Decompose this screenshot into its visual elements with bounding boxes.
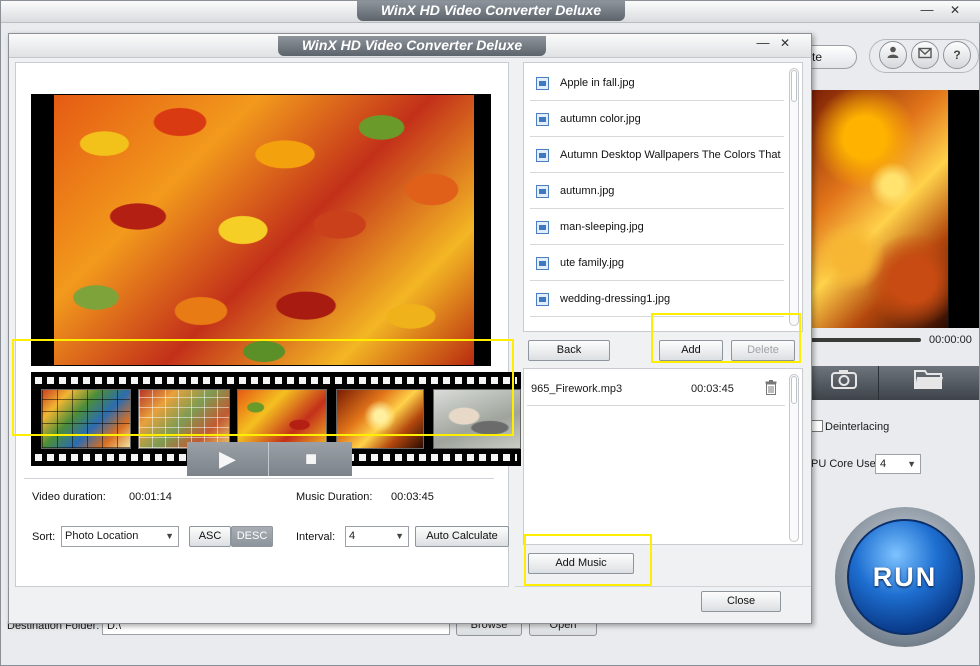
preview-image [809, 90, 949, 328]
list-item[interactable]: autumn.jpg [530, 174, 784, 209]
image-file-icon [536, 77, 549, 90]
dialog-close-icon[interactable]: ✕ [775, 36, 795, 52]
auto-calculate-button[interactable]: Auto Calculate [415, 526, 509, 547]
file-name: man-sleeping.jpg [560, 221, 644, 233]
sort-value: Photo Location [65, 530, 139, 542]
photo-file-list: Apple in fall.jpg autumn color.jpg Autum… [523, 62, 803, 332]
interval-value: 4 [349, 530, 356, 542]
file-list-scrollbar[interactable] [789, 68, 799, 326]
preview-progress-bar[interactable] [809, 338, 921, 342]
divider [24, 478, 494, 479]
dialog-minimize-icon[interactable]: — [753, 36, 773, 52]
close-icon[interactable]: ✕ [945, 3, 965, 19]
interval-select[interactable]: 4 ▼ [345, 526, 409, 547]
file-name: autumn.jpg [560, 185, 615, 197]
image-file-icon [536, 185, 549, 198]
play-icon[interactable]: ▶ [187, 442, 269, 476]
highlight-box [651, 313, 801, 363]
dialog-title: WinX HD Video Converter Deluxe [278, 36, 546, 56]
music-duration-label: Music Duration: [296, 491, 373, 503]
list-item[interactable]: Autumn Desktop Wallpapers The Colors Tha… [530, 138, 784, 173]
file-name: autumn color.jpg [560, 113, 641, 125]
cpu-core-value: 4 [880, 458, 887, 470]
file-name: ute family.jpg [560, 257, 624, 269]
list-item[interactable]: wedding-dressing1.jpg [530, 282, 784, 317]
chevron-down-icon: ▼ [395, 531, 404, 541]
desc-button[interactable]: DESC [231, 526, 273, 547]
music-duration-value: 00:03:45 [391, 491, 434, 503]
help-icon[interactable]: ? [943, 41, 971, 69]
minimize-icon[interactable]: — [917, 3, 937, 19]
image-file-icon [536, 113, 549, 126]
user-icon[interactable] [879, 41, 907, 69]
main-window-title: WinX HD Video Converter Deluxe [357, 1, 625, 21]
music-file-name: 965_Firework.mp3 [531, 383, 623, 395]
image-file-icon [536, 257, 549, 270]
autumn-leaves-preview-image [54, 95, 474, 365]
highlight-box [524, 534, 652, 586]
deinterlacing-label: Deinterlacing [825, 421, 890, 433]
video-duration-value: 00:01:14 [129, 491, 172, 503]
file-name: Apple in fall.jpg [560, 77, 635, 89]
preview-time: 00:00:00 [929, 334, 972, 346]
music-file-duration: 00:03:45 [691, 383, 734, 395]
file-list-scroll-thumb[interactable] [791, 70, 797, 102]
interval-label: Interval: [296, 531, 336, 543]
back-button[interactable]: Back [528, 340, 610, 361]
folder-icon[interactable] [879, 366, 979, 400]
stop-icon[interactable]: ■ [270, 442, 352, 476]
cpu-core-label: PU Core Use: [811, 458, 879, 470]
list-item[interactable]: autumn color.jpg [530, 102, 784, 137]
chevron-down-icon: ▼ [907, 459, 916, 469]
file-name: Autumn Desktop Wallpapers The Colors Tha… [560, 149, 781, 161]
file-name: wedding-dressing1.jpg [560, 293, 671, 305]
highlight-box [12, 339, 514, 436]
sort-label: Sort: [32, 531, 56, 543]
image-file-icon [536, 293, 549, 306]
divider [515, 586, 811, 587]
video-preview-panel [15, 62, 521, 587]
preview-border [949, 90, 979, 328]
image-file-icon [536, 221, 549, 234]
trash-icon[interactable] [765, 380, 777, 395]
asc-button[interactable]: ASC [189, 526, 231, 547]
list-item[interactable]: ute family.jpg [530, 246, 784, 281]
camera-icon[interactable] [809, 366, 879, 400]
mail-icon[interactable] [911, 41, 939, 69]
deinterlacing-checkbox[interactable] [811, 420, 823, 432]
cpu-core-select[interactable]: 4 ▼ [875, 454, 921, 474]
list-item[interactable]: Apple in fall.jpg [530, 66, 784, 101]
video-duration-label: Video duration: [32, 491, 106, 503]
chevron-down-icon: ▼ [165, 531, 174, 541]
image-file-icon [536, 149, 549, 162]
run-button[interactable]: RUN [847, 519, 963, 635]
close-button[interactable]: Close [701, 591, 781, 612]
list-item[interactable]: man-sleeping.jpg [530, 210, 784, 245]
music-list-scroll-thumb[interactable] [791, 376, 797, 404]
sort-select[interactable]: Photo Location ▼ [61, 526, 179, 547]
